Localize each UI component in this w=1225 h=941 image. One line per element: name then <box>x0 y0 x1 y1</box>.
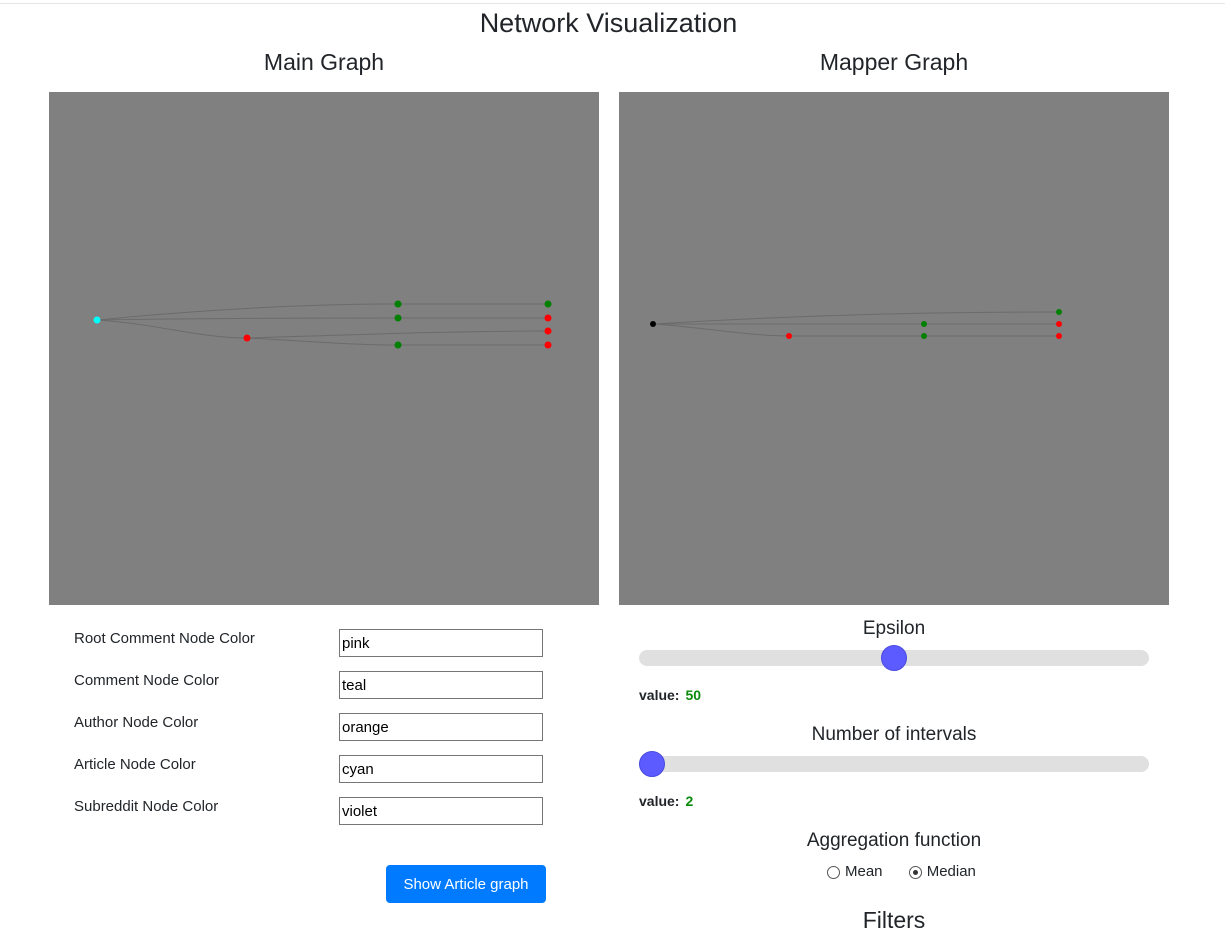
epsilon-slider-thumb[interactable] <box>881 645 907 671</box>
graph-node[interactable] <box>394 300 402 308</box>
intervals-label: Number of intervals <box>811 724 977 745</box>
mean-radio-button[interactable] <box>827 865 840 879</box>
aggregation-option-mean[interactable]: Mean <box>827 862 883 882</box>
root-comment-color-input[interactable] <box>339 629 543 657</box>
mapper-graph-title: Mapper Graph <box>819 49 969 75</box>
graph-node[interactable] <box>394 314 402 322</box>
page-title: Network Visualization <box>479 8 738 38</box>
root-comment-color-label: Root Comment Node Color <box>74 630 255 647</box>
graph-edge <box>652 323 790 337</box>
median-radio-button[interactable] <box>908 865 922 879</box>
aggregation-option-median[interactable]: Median <box>908 862 976 882</box>
author-color-label: Author Node Color <box>74 714 199 731</box>
aggregation-label: Aggregation function <box>806 830 982 851</box>
graph-edge <box>246 330 549 339</box>
graph-edge <box>96 317 399 321</box>
graph-node[interactable] <box>544 327 552 335</box>
top-border <box>0 3 1225 4</box>
subreddit-color-input[interactable] <box>339 797 543 825</box>
graph-node[interactable] <box>1056 309 1062 315</box>
graph-node[interactable] <box>921 321 927 327</box>
filters-title: Filters <box>862 907 926 933</box>
author-color-input[interactable] <box>339 713 543 741</box>
aggregation-radio-group: Mean Median <box>827 862 998 885</box>
median-radio-label: Median <box>926 863 976 880</box>
epsilon-value-number: 50 <box>685 687 702 703</box>
article-color-label: Article Node Color <box>74 756 196 773</box>
epsilon-label: Epsilon <box>862 618 926 639</box>
epsilon-value: value: 50 <box>639 686 701 704</box>
intervals-slider[interactable] <box>639 751 1149 777</box>
mapper-graph-canvas[interactable] <box>619 92 1169 605</box>
main-graph-canvas[interactable] <box>49 92 599 605</box>
graph-node[interactable] <box>786 333 792 339</box>
mapper-graph-svg[interactable] <box>619 92 1169 605</box>
subreddit-color-label: Subreddit Node Color <box>74 798 219 815</box>
comment-color-label: Comment Node Color <box>74 672 220 689</box>
epsilon-slider[interactable] <box>639 645 1149 671</box>
show-article-graph-button[interactable]: Show Article graph <box>386 865 546 903</box>
graph-node[interactable] <box>650 321 656 327</box>
graph-node[interactable] <box>243 334 251 342</box>
article-color-input[interactable] <box>339 755 543 783</box>
epsilon-value-label: value: <box>639 687 680 703</box>
graph-node[interactable] <box>544 314 552 322</box>
intervals-value-number: 2 <box>685 793 694 809</box>
main-graph-svg[interactable] <box>49 92 599 605</box>
graph-node[interactable] <box>1056 321 1062 327</box>
graph-edge <box>246 337 399 346</box>
mean-radio-label: Mean <box>845 863 883 880</box>
comment-color-input[interactable] <box>339 671 543 699</box>
graph-node[interactable] <box>544 341 552 349</box>
intervals-slider-thumb[interactable] <box>639 751 665 777</box>
graph-edge <box>96 319 248 339</box>
graph-node[interactable] <box>394 341 402 349</box>
graph-node[interactable] <box>921 333 927 339</box>
graph-edge <box>652 311 1060 325</box>
intervals-value-label: value: <box>639 793 680 809</box>
main-graph-title: Main Graph <box>263 49 385 75</box>
graph-node[interactable] <box>93 316 101 324</box>
graph-node[interactable] <box>544 300 552 308</box>
graph-node[interactable] <box>1056 333 1062 339</box>
intervals-value: value: 2 <box>639 792 693 810</box>
